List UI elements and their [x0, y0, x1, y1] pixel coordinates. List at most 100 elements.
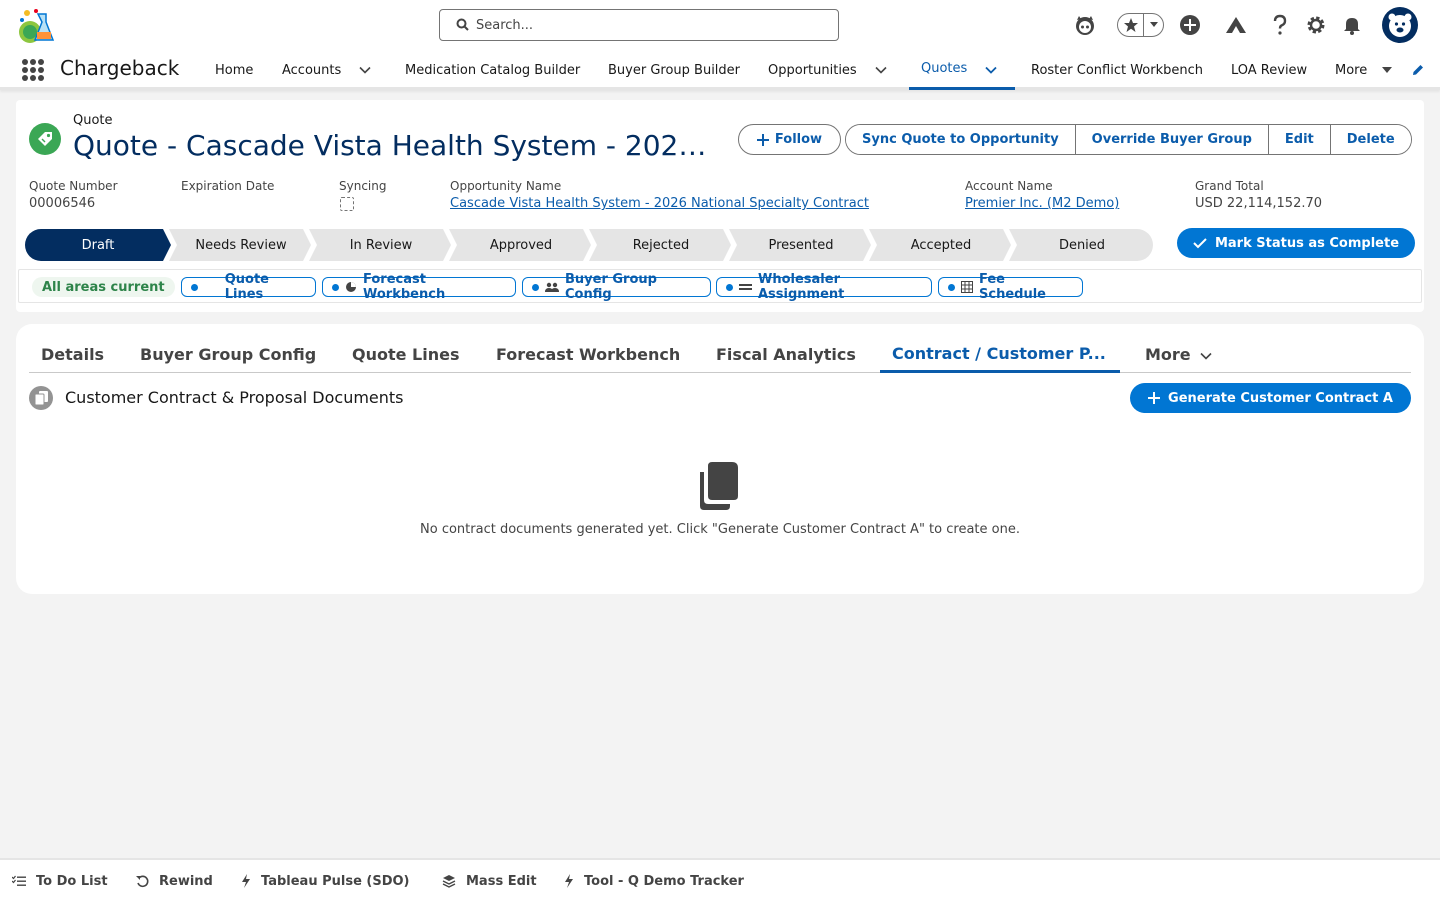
equals-icon: [739, 283, 752, 291]
record-tabs: Details Buyer Group Config Quote Lines F…: [29, 336, 1411, 373]
nav-item-loa-review[interactable]: LOA Review: [1231, 50, 1307, 90]
utility-label: Mass Edit: [466, 873, 537, 889]
accounts-menu-chevron-icon[interactable]: [358, 63, 372, 77]
edit-button[interactable]: Edit: [1268, 125, 1331, 154]
status-dot: [726, 283, 733, 291]
status-dot: [532, 283, 539, 291]
org-logo-icon[interactable]: [16, 8, 56, 46]
setup-gear-icon[interactable]: [1303, 12, 1329, 38]
record-highlights-panel: Quote Quote - Cascade Vista Health Syste…: [16, 100, 1424, 312]
utility-item-mass-edit[interactable]: Mass Edit: [442, 870, 537, 892]
nav-item-buyer-group-builder[interactable]: Buyer Group Builder: [608, 50, 740, 90]
tab-quote-lines[interactable]: Quote Lines: [340, 336, 472, 373]
utility-item-to-do-list[interactable]: To Do List: [12, 870, 108, 892]
path-stage-needs-review[interactable]: Needs Review: [171, 229, 311, 261]
record-action-buttons: Sync Quote to Opportunity Override Buyer…: [845, 124, 1412, 155]
account-link[interactable]: Premier Inc. (M2 Demo): [965, 196, 1119, 211]
opportunity-link[interactable]: Cascade Vista Health System - 2026 Natio…: [450, 196, 869, 211]
field-label: Quote Number: [29, 179, 118, 193]
path-stage-accepted[interactable]: Accepted: [871, 229, 1011, 261]
sync-quote-button[interactable]: Sync Quote to Opportunity: [846, 125, 1076, 154]
area-pill-forecast-workbench[interactable]: Forecast Workbench: [322, 272, 516, 302]
tab-details[interactable]: Details: [29, 336, 116, 373]
trailhead-icon[interactable]: [1223, 12, 1249, 38]
documents-section-icon: [29, 386, 53, 410]
field-label: Opportunity Name: [450, 179, 562, 193]
path-stage-presented[interactable]: Presented: [731, 229, 871, 261]
agent-astro-icon[interactable]: [1072, 12, 1098, 38]
path-stage-approved[interactable]: Approved: [451, 229, 591, 261]
path-stage-denied[interactable]: Denied: [1011, 229, 1153, 261]
search-input[interactable]: [476, 15, 826, 35]
search-icon: [456, 18, 469, 31]
nav-item-more[interactable]: More: [1335, 50, 1367, 90]
override-buyer-group-button[interactable]: Override Buyer Group: [1075, 125, 1269, 154]
favorite-star-icon[interactable]: [1118, 14, 1144, 36]
user-avatar[interactable]: [1382, 7, 1418, 43]
status-dot: [948, 283, 955, 291]
field-expiration-date: Expiration Date: [181, 179, 274, 196]
documents-section-title: Customer Contract & Proposal Documents: [65, 388, 404, 407]
area-status-strip: All areas current Quote Lines Forecast W…: [18, 269, 1422, 303]
record-title: Quote - Cascade Vista Health System - 20…: [73, 129, 713, 162]
area-pill-wholesaler-assignment[interactable]: Wholesaler Assignment: [716, 272, 932, 302]
area-pill-label: Forecast Workbench: [363, 272, 446, 302]
status-dot: [191, 283, 198, 291]
utility-label: To Do List: [36, 873, 108, 889]
edit-nav-pencil-icon[interactable]: [1411, 63, 1425, 77]
global-create-icon[interactable]: [1177, 12, 1203, 38]
lightning-icon: [242, 874, 250, 888]
area-pill-quote-lines[interactable]: Quote Lines: [181, 272, 316, 302]
area-pill-label: Wholesaler Assignment: [758, 272, 845, 302]
field-quote-number: Quote Number 00006546: [29, 179, 118, 211]
help-icon[interactable]: [1267, 12, 1293, 38]
utility-item-tableau-pulse[interactable]: Tableau Pulse (SDO): [241, 870, 410, 892]
path-stage-in-review[interactable]: In Review: [311, 229, 451, 261]
mark-status-complete-label: Mark Status as Complete: [1214, 235, 1400, 251]
delete-button[interactable]: Delete: [1330, 125, 1411, 154]
field-account-name: Account Name Premier Inc. (M2 Demo): [965, 179, 1119, 211]
field-label: Account Name: [965, 179, 1053, 193]
nav-item-roster-conflict-workbench[interactable]: Roster Conflict Workbench: [1031, 50, 1203, 90]
follow-label: Follow: [774, 132, 823, 147]
tab-forecast-workbench[interactable]: Forecast Workbench: [484, 336, 692, 373]
nav-item-home[interactable]: Home: [215, 50, 253, 90]
area-pill-buyer-group-config[interactable]: Buyer Group Config: [522, 272, 711, 302]
nav-item-quotes-label: Quotes: [921, 61, 968, 76]
area-pill-label: Buyer Group Config: [565, 272, 657, 302]
tab-more[interactable]: More: [1133, 336, 1225, 373]
nav-item-quotes[interactable]: Quotes: [909, 50, 1015, 90]
record-type-label: Quote: [73, 113, 113, 128]
syncing-checkbox: [340, 197, 354, 211]
opportunities-menu-chevron-icon[interactable]: [874, 63, 888, 77]
app-launcher-icon[interactable]: [22, 59, 44, 81]
generate-customer-contract-button[interactable]: Generate Customer Contract A: [1130, 383, 1411, 413]
global-search[interactable]: [439, 9, 839, 41]
nav-item-accounts[interactable]: Accounts: [282, 50, 341, 90]
check-icon: [1193, 238, 1207, 249]
nav-item-opportunities[interactable]: Opportunities: [768, 50, 857, 90]
tab-fiscal-analytics[interactable]: Fiscal Analytics: [704, 336, 868, 373]
mark-status-complete-button[interactable]: Mark Status as Complete: [1177, 228, 1415, 258]
tab-contract-customer-proposal[interactable]: Contract / Customer P...: [880, 336, 1120, 373]
area-pill-label: Fee Schedule: [979, 272, 1046, 302]
field-opportunity-name: Opportunity Name Cascade Vista Health Sy…: [450, 179, 869, 211]
utility-label: Rewind: [159, 873, 213, 889]
quotes-menu-chevron-icon[interactable]: [984, 63, 998, 77]
chevron-down-icon: [1200, 352, 1212, 360]
area-pill-fee-schedule[interactable]: Fee Schedule: [938, 272, 1083, 302]
notifications-bell-icon[interactable]: [1339, 12, 1365, 38]
utility-item-rewind[interactable]: Rewind: [136, 870, 213, 892]
more-menu-caret-icon[interactable]: [1380, 63, 1394, 77]
utility-item-q-demo-tracker[interactable]: Tool - Q Demo Tracker: [564, 870, 744, 892]
tab-buyer-group-config[interactable]: Buyer Group Config: [128, 336, 328, 373]
field-label: Grand Total: [1195, 179, 1264, 193]
field-value: 00006546: [29, 196, 96, 211]
nav-item-medication-catalog-builder[interactable]: Medication Catalog Builder: [405, 50, 580, 90]
tab-more-label: More: [1145, 345, 1191, 364]
favorites-menu-caret-icon[interactable]: [1144, 14, 1163, 36]
path-stage-rejected[interactable]: Rejected: [591, 229, 731, 261]
generate-customer-contract-label: Generate Customer Contract A: [1168, 390, 1393, 406]
path-stage-draft[interactable]: Draft: [25, 229, 171, 261]
follow-button[interactable]: Follow: [738, 124, 841, 155]
